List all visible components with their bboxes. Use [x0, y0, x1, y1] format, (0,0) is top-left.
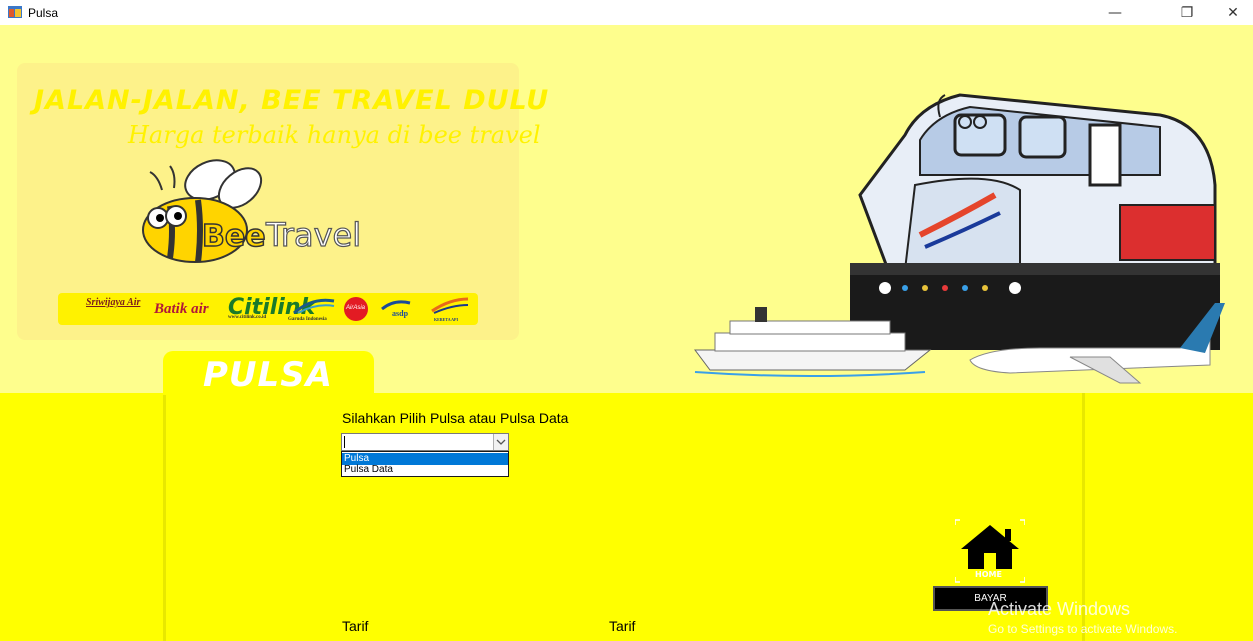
- partner-logos: Sriwijaya Air Batik air Citilink www.cit…: [58, 293, 478, 325]
- title-bar: Pulsa — ❐ ✕: [0, 0, 1253, 25]
- window-title: Pulsa: [28, 6, 59, 20]
- close-button[interactable]: ✕: [1215, 2, 1251, 24]
- watermark-title: Activate Windows: [988, 599, 1131, 619]
- pulsa-type-select[interactable]: [341, 433, 509, 451]
- text-caret: [344, 436, 345, 448]
- restore-button[interactable]: ❐: [1169, 2, 1205, 24]
- tarif-label-right: Tarif: [609, 618, 636, 634]
- banner-slogan: JALAN-JALAN, BEE TRAVEL DULU: [34, 85, 550, 116]
- transport-illustration: [694, 93, 1225, 384]
- garuda-label: Garuda Indonesia: [288, 317, 327, 322]
- airasia-logo: AirAsia: [344, 297, 368, 321]
- sriwijaya-logo: Sriwijaya Air: [86, 297, 141, 308]
- pulsa-tab-label: PULSA: [203, 355, 333, 395]
- garuda-icon: [293, 298, 335, 315]
- kereta-api-label: KERETA API: [434, 317, 459, 322]
- form-client-area: JALAN-JALAN, BEE TRAVEL DULU Harga terba…: [0, 25, 1253, 641]
- watermark-subtitle: Go to Settings to activate Windows.: [988, 622, 1178, 636]
- logo-travel-text: Travel: [265, 216, 361, 254]
- option-pulsa-data[interactable]: Pulsa Data: [342, 464, 508, 476]
- app-icon: [8, 6, 22, 18]
- pulsa-prompt-label: Silahkan Pilih Pulsa atau Pulsa Data: [342, 410, 569, 426]
- pulsa-type-dropdown-list: Pulsa Pulsa Data: [341, 451, 509, 477]
- kereta-api-icon: [431, 297, 469, 314]
- panel-divider-left: [163, 393, 166, 641]
- home-label: HOME: [975, 570, 1002, 579]
- asdp-label: asdp: [392, 309, 409, 318]
- train-icon: [850, 93, 1220, 350]
- citilink-url: www.citilink.co.id: [228, 315, 267, 320]
- logo-bee-text: Bee: [202, 219, 266, 254]
- minimize-button[interactable]: —: [1097, 2, 1133, 24]
- dropdown-toggle[interactable]: [493, 434, 508, 450]
- activate-windows-watermark: Activate Windows Go to Settings to activ…: [988, 599, 1177, 636]
- batik-air-logo: Batik air: [154, 301, 209, 317]
- tarif-label-left: Tarif: [342, 618, 369, 634]
- banner-tagline: Harga terbaik hanya di bee travel: [128, 121, 541, 149]
- bee-travel-logo: Bee Travel: [142, 159, 362, 263]
- chevron-down-icon: [496, 439, 506, 445]
